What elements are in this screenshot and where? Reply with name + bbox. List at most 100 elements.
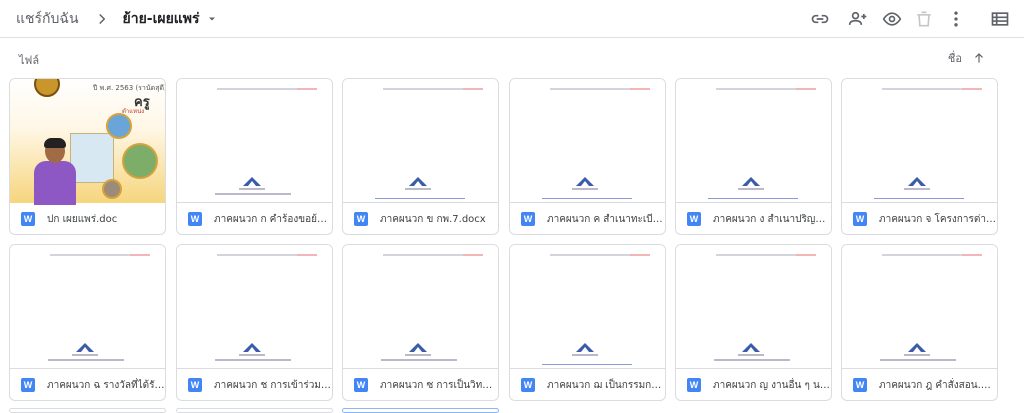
file-card-footer: W ภาคผนวก ก คำร้องขอย้าย.d... (177, 203, 332, 234)
emblem-icon (908, 343, 926, 352)
file-card[interactable]: W ภาคผนวก ฉ รางวัลที่ได้รับ.d... (9, 244, 166, 401)
list-view-icon (991, 12, 1009, 26)
file-card-footer: W ภาคผนวก ค สำเนาทะเบียนบ้... (510, 203, 665, 234)
word-doc-icon: W (853, 212, 867, 226)
file-name: ภาคผนวก ข กพ.7.docx (380, 213, 486, 225)
word-doc-icon: W (521, 378, 535, 392)
file-card[interactable]: W ภาคผนวก ญ งานอื่น ๆ นอกจ... (675, 244, 832, 401)
list-view-button[interactable] (988, 7, 1012, 31)
emblem-icon (908, 177, 926, 186)
file-card[interactable] (176, 408, 333, 413)
file-name: ภาคผนวก ซ การเป็นวิทยากร... (380, 379, 498, 391)
teacher-portrait (32, 138, 78, 205)
emblem-icon (576, 343, 594, 352)
emblem-icon (576, 177, 594, 186)
file-card-footer: W ภาคผนวก ญ งานอื่น ๆ นอกจ... (676, 369, 831, 400)
preview-icon (882, 12, 902, 26)
emblem-icon (243, 177, 261, 186)
file-name: ภาคผนวก ฉ รางวัลที่ได้รับ.d... (47, 379, 165, 391)
document-thumbnail (10, 245, 165, 369)
cover-photo-circle (102, 179, 122, 199)
breadcrumb-shared-with-me[interactable]: แชร์กับฉัน (16, 8, 79, 30)
sort-label[interactable]: ชื่อ (948, 49, 962, 67)
document-thumbnail (177, 245, 332, 369)
document-thumbnail (676, 79, 831, 203)
cover-year-text: ปี พ.ศ. 2563 (รานัดสุดี) (93, 84, 166, 92)
file-card[interactable]: W ภาคผนวก ค สำเนาทะเบียนบ้... (509, 78, 666, 235)
document-thumbnail (343, 245, 498, 369)
file-name: ภาคผนวก ญ งานอื่น ๆ นอกจ... (713, 379, 831, 391)
file-card[interactable] (9, 408, 166, 413)
file-name: ภาคผนวก ฎ คำสั่งสอน.docx (879, 379, 997, 391)
emblem-icon (742, 343, 760, 352)
file-name: ภาคผนวก จ โครงการต่าง ๆ... (879, 213, 997, 225)
word-doc-icon: W (21, 378, 35, 392)
add-person-icon (848, 11, 867, 25)
document-thumbnail (510, 79, 665, 203)
file-card[interactable]: W ภาคผนวก ง สำเนาปริญญาบั... (675, 78, 832, 235)
school-logo (34, 79, 60, 97)
document-thumbnail (676, 245, 831, 369)
file-card-footer: W ภาคผนวก ฉ รางวัลที่ได้รับ.d... (10, 369, 165, 400)
breadcrumb-current-folder[interactable]: ย้าย-เผยแพร่ (123, 8, 200, 30)
get-link-button[interactable] (808, 7, 832, 31)
file-card-footer: W ภาคผนวก ซ การเป็นวิทยากร... (343, 369, 498, 400)
file-card-selected[interactable] (342, 408, 499, 413)
document-thumbnail (343, 79, 498, 203)
file-name: ภาคผนวก ค สำเนาทะเบียนบ้... (547, 213, 665, 225)
link-icon (811, 14, 829, 24)
share-button[interactable] (846, 7, 870, 31)
word-doc-icon: W (354, 212, 368, 226)
remove-button[interactable] (912, 7, 936, 31)
file-name: ภาคผนวก ช การเข้าร่วมอบร... (214, 379, 332, 391)
word-doc-icon: W (188, 212, 202, 226)
section-title-files: ไฟล์ (19, 54, 40, 67)
file-card-footer: W ปก เผยแพร่.doc (10, 203, 165, 234)
word-doc-icon: W (521, 212, 535, 226)
caret-down-icon[interactable] (206, 13, 218, 25)
emblem-icon (243, 343, 261, 352)
arrow-up-icon[interactable] (972, 51, 986, 65)
file-card-footer: W ภาคผนวก ช การเข้าร่วมอบร... (177, 369, 332, 400)
document-thumbnail (842, 79, 997, 203)
breadcrumb: แชร์กับฉัน ย้าย-เผยแพร่ (16, 8, 218, 30)
file-name: ภาคผนวก ฌ เป็นกรรมการต่า... (547, 379, 665, 391)
preview-button[interactable] (880, 7, 904, 31)
emblem-icon (409, 177, 427, 186)
file-card[interactable]: W ภาคผนวก ก คำร้องขอย้าย.d... (176, 78, 333, 235)
file-name: ภาคผนวก ก คำร้องขอย้าย.d... (214, 213, 332, 225)
more-actions-button[interactable] (944, 7, 968, 31)
file-card[interactable]: W ภาคผนวก ฌ เป็นกรรมการต่า... (509, 244, 666, 401)
file-name: ภาคผนวก ง สำเนาปริญญาบั... (713, 213, 831, 225)
delete-icon (917, 11, 931, 27)
cover-photo-circle (106, 113, 132, 139)
emblem-icon (409, 343, 427, 352)
file-card-footer: W ภาคผนวก จ โครงการต่าง ๆ... (842, 203, 997, 234)
document-thumbnail (510, 245, 665, 369)
file-card-footer: W ภาคผนวก ฎ คำสั่งสอน.docx (842, 369, 997, 400)
cover-photo-circle (122, 143, 158, 179)
word-doc-icon: W (687, 378, 701, 392)
file-card-footer: W ภาคผนวก ง สำเนาปริญญาบั... (676, 203, 831, 234)
document-thumbnail (177, 79, 332, 203)
emblem-icon (76, 343, 94, 352)
more-vert-icon (954, 11, 958, 27)
chevron-right-icon (98, 13, 105, 25)
file-name: ปก เผยแพร่.doc (47, 213, 118, 225)
file-card[interactable]: W ภาคผนวก ซ การเป็นวิทยากร... (342, 244, 499, 401)
file-card-footer: W ภาคผนวก ฌ เป็นกรรมการต่า... (510, 369, 665, 400)
file-card[interactable]: W ภาคผนวก จ โครงการต่าง ๆ... (841, 78, 998, 235)
file-card[interactable]: W ภาคผนวก ข กพ.7.docx (342, 78, 499, 235)
emblem-icon (742, 177, 760, 186)
file-card-footer: W ภาคผนวก ข กพ.7.docx (343, 203, 498, 234)
word-doc-icon: W (853, 378, 867, 392)
word-doc-icon: W (188, 378, 202, 392)
sort-control[interactable]: ชื่อ (948, 49, 986, 67)
word-doc-icon: W (687, 212, 701, 226)
top-bar: แชร์กับฉัน ย้าย-เผยแพร่ (0, 0, 1024, 38)
word-doc-icon: W (354, 378, 368, 392)
document-thumbnail (842, 245, 997, 369)
file-card[interactable]: ปี พ.ศ. 2563 (รานัดสุดี) ครู ตำแหน่ง W ป… (9, 78, 166, 235)
file-card[interactable]: W ภาคผนวก ฎ คำสั่งสอน.docx (841, 244, 998, 401)
file-card[interactable]: W ภาคผนวก ช การเข้าร่วมอบร... (176, 244, 333, 401)
